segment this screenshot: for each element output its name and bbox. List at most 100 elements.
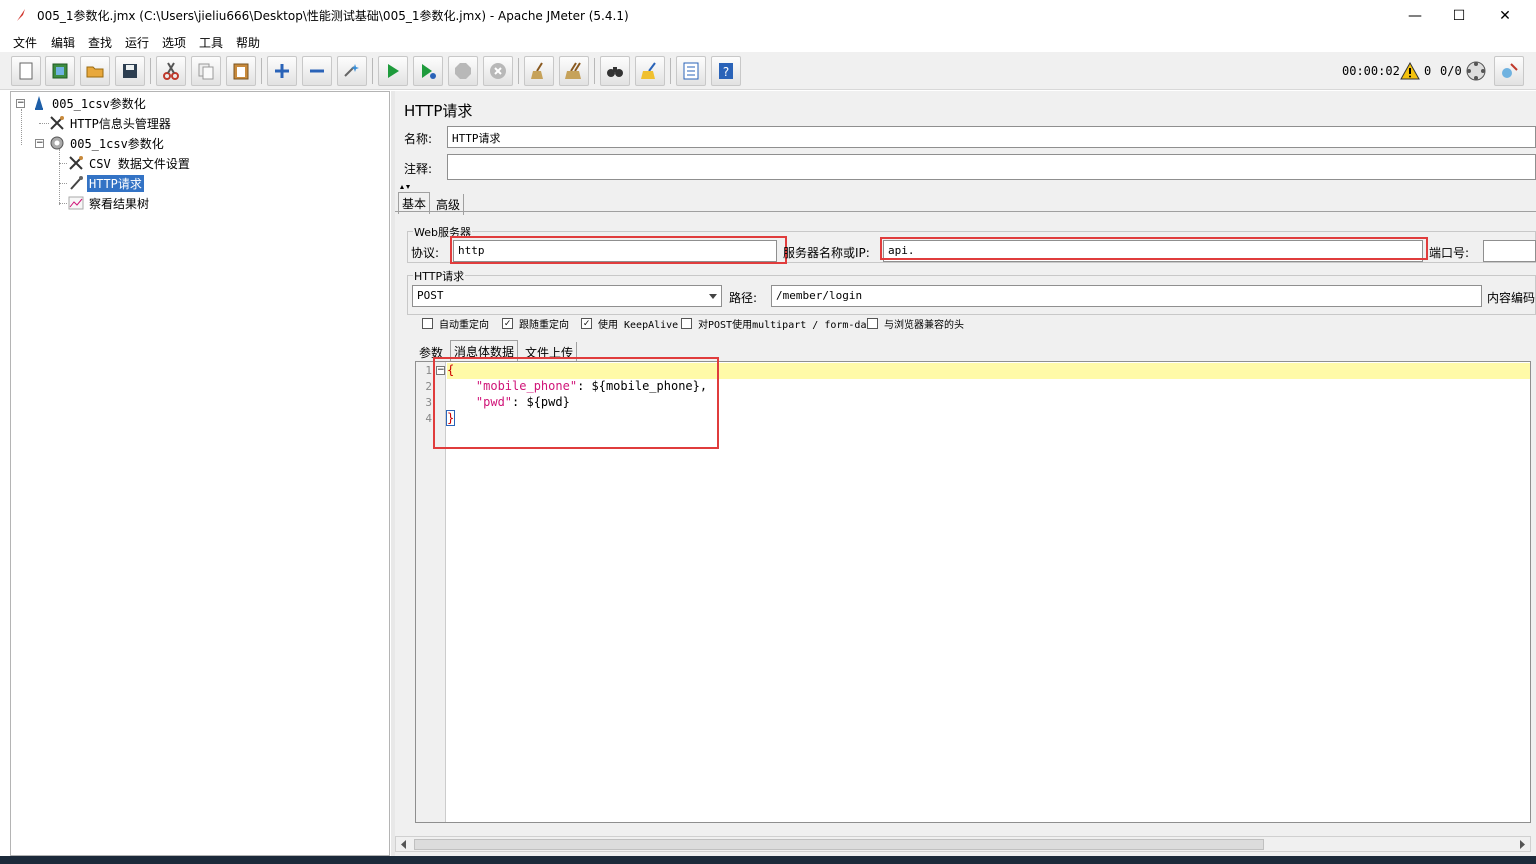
scroll-left-icon[interactable] — [399, 839, 409, 850]
folder-open-icon — [86, 66, 104, 78]
menu-options[interactable]: 选项 — [162, 34, 186, 51]
close-button[interactable]: ✕ — [1482, 0, 1528, 31]
start-no-pauses-button[interactable] — [413, 56, 443, 86]
multipart-checkbox[interactable]: 对POST使用multipart / form-data — [681, 316, 879, 331]
remote-button[interactable] — [1494, 56, 1524, 86]
toolbar-separator — [670, 58, 671, 84]
checkmark-icon: ✓ — [581, 318, 592, 329]
checkbox-box — [867, 318, 878, 329]
toggle-button[interactable] — [337, 56, 367, 86]
expand-all-button[interactable] — [267, 56, 297, 86]
menu-run[interactable]: 运行 — [125, 34, 149, 51]
menu-edit[interactable]: 编辑 — [51, 34, 75, 51]
copy-button[interactable] — [191, 56, 221, 86]
jmeter-feather-icon — [17, 9, 25, 21]
server-label: 服务器名称或IP: — [783, 246, 870, 260]
cut-button[interactable] — [156, 56, 186, 86]
http-request-group-title: HTTP请求 — [413, 268, 466, 284]
name-input[interactable]: HTTP请求 — [447, 126, 1536, 148]
collapse-arrows-icon[interactable] — [397, 183, 413, 191]
help-button[interactable]: ? — [711, 56, 741, 86]
play-icon — [388, 64, 399, 78]
tree-connector — [59, 163, 67, 164]
search-button[interactable] — [600, 56, 630, 86]
save-icon — [123, 64, 137, 78]
tree-connector — [59, 203, 67, 204]
thread-group-gear-icon — [50, 136, 64, 150]
start-button[interactable] — [378, 56, 408, 86]
active-threads: 0/0 — [1440, 64, 1462, 78]
method-select[interactable]: POST — [412, 285, 722, 307]
body-data-editor[interactable]: 1 2 3 4 − { "mobile_phone": ${mobile_pho… — [415, 357, 1531, 823]
title-bar: 005_1参数化.jmx (C:\Users\jieliu666\Desktop… — [0, 0, 1536, 31]
toolbar-separator — [594, 58, 595, 84]
collapse-all-button[interactable] — [302, 56, 332, 86]
browser-headers-checkbox[interactable]: 与浏览器兼容的头 — [867, 316, 964, 331]
open-button[interactable] — [80, 56, 110, 86]
collapse-thread-group-icon[interactable]: − — [35, 139, 44, 148]
tree-label: 察看结果树 — [89, 196, 150, 211]
shutdown-icon — [490, 63, 506, 79]
menu-search[interactable]: 查找 — [88, 34, 112, 51]
checkbox-label: 使用 KeepAlive — [598, 320, 679, 331]
paste-icon — [233, 63, 249, 80]
copy-icon — [198, 63, 214, 80]
function-helper-button[interactable] — [676, 56, 706, 86]
help-icon: ? — [719, 63, 733, 79]
scissors-icon — [163, 62, 179, 80]
stop-icon — [455, 63, 471, 79]
clear-button[interactable] — [524, 56, 554, 86]
method-value: POST — [417, 289, 444, 302]
scroll-right-icon[interactable] — [1517, 839, 1527, 850]
toolbar: ? 00:00:02 0 0/0 — [0, 52, 1536, 90]
maximize-button[interactable]: ☐ — [1436, 0, 1482, 31]
tree-node-test-plan[interactable]: 005_1csv参数化 — [31, 94, 148, 112]
new-button[interactable] — [11, 56, 41, 86]
reset-search-button[interactable] — [635, 56, 665, 86]
chevron-down-icon — [709, 294, 717, 299]
tree-node-thread-group[interactable]: 005_1csv参数化 — [49, 134, 166, 152]
checkbox-label: 跟随重定向 — [519, 320, 569, 331]
save-button[interactable] — [115, 56, 145, 86]
tree-node-csv-config[interactable]: CSV 数据文件设置 — [68, 154, 192, 172]
horizontal-scrollbar[interactable] — [395, 836, 1531, 852]
plus-icon — [275, 64, 289, 78]
menu-tools[interactable]: 工具 — [199, 34, 223, 51]
comment-input[interactable] — [447, 154, 1536, 180]
warning-icon[interactable] — [1400, 61, 1420, 81]
name-label: 名称: — [404, 132, 433, 146]
comment-label: 注释: — [404, 162, 433, 176]
minimize-button[interactable]: — — [1392, 0, 1438, 31]
broom-icon — [531, 62, 543, 79]
shutdown-button[interactable] — [483, 56, 513, 86]
scrollbar-thumb[interactable] — [414, 839, 1264, 850]
paste-button[interactable] — [226, 56, 256, 86]
window-title: 005_1参数化.jmx (C:\Users\jieliu666\Desktop… — [37, 9, 629, 23]
test-plan-icon — [35, 96, 43, 110]
auto-redirect-checkbox[interactable]: 自动重定向 — [422, 316, 489, 331]
menu-help[interactable]: 帮助 — [236, 34, 260, 51]
collapse-root-icon[interactable]: − — [16, 99, 25, 108]
path-label: 路径: — [729, 291, 758, 305]
annotation-box-server — [880, 237, 1428, 260]
test-plan-tree: − 005_1csv参数化 HTTP信息头管理器 − 005_1csv参数化 C… — [10, 91, 390, 856]
clear-all-button[interactable] — [559, 56, 589, 86]
tree-node-result-tree[interactable]: 察看结果树 — [68, 194, 151, 212]
port-input[interactable] — [1483, 240, 1536, 262]
templates-button[interactable] — [45, 56, 75, 86]
line-number: 4 — [425, 412, 432, 425]
checkbox-label: 自动重定向 — [439, 320, 489, 331]
toggle-wand-icon — [344, 64, 359, 77]
menu-file[interactable]: 文件 — [13, 34, 37, 51]
toolbar-separator — [372, 58, 373, 84]
follow-redirect-checkbox[interactable]: ✓ 跟随重定向 — [502, 316, 569, 331]
new-file-icon — [19, 62, 33, 80]
path-input[interactable]: /member/login — [771, 285, 1482, 307]
svg-text:?: ? — [723, 65, 729, 79]
broom-all-icon — [565, 62, 581, 79]
keepalive-checkbox[interactable]: ✓ 使用 KeepAlive — [581, 316, 678, 331]
checkbox-box — [422, 318, 433, 329]
tree-node-http-request[interactable]: HTTP请求 — [68, 174, 144, 192]
stop-button[interactable] — [448, 56, 478, 86]
tree-node-header-manager[interactable]: HTTP信息头管理器 — [49, 114, 173, 132]
